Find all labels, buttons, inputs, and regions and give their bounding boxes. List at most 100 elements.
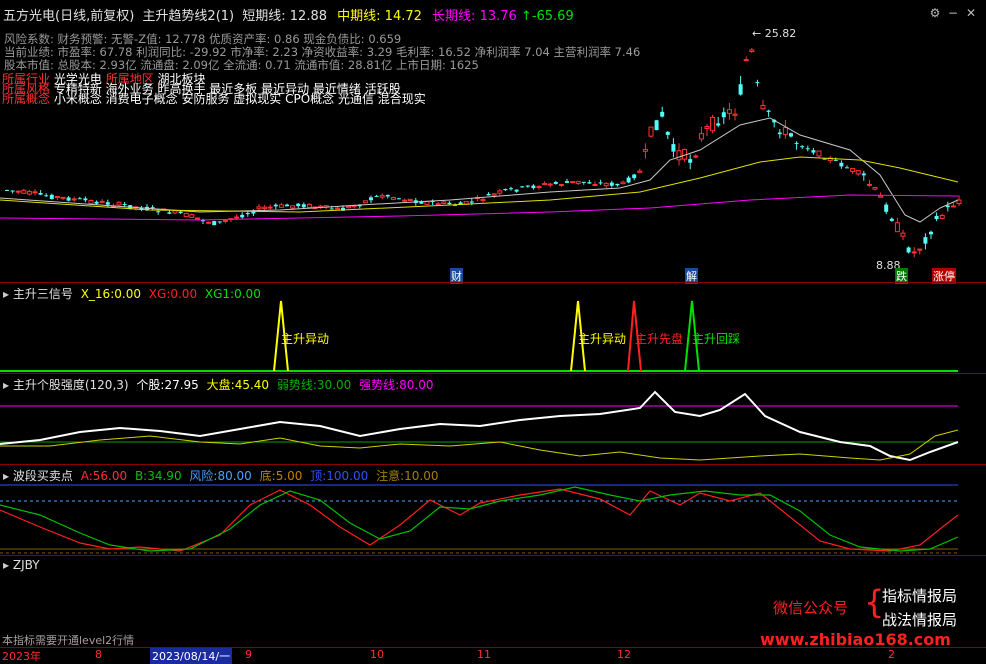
candle-body [116, 201, 122, 206]
level2-notice: 本指标需要开通level2行情 [2, 634, 135, 647]
candle-body [5, 189, 9, 191]
candle-body [497, 190, 503, 194]
candle-body [150, 207, 155, 209]
separator-4 [0, 555, 986, 556]
candle-body [329, 208, 334, 210]
candle-body [183, 212, 189, 218]
candle-body [32, 191, 38, 194]
candle-body [21, 189, 27, 194]
axis-m8: 8 [95, 648, 102, 661]
market-strength-line [0, 429, 959, 461]
candle-body [469, 201, 474, 203]
candle-body [950, 205, 956, 208]
candle-body [732, 113, 738, 116]
candle-body [15, 190, 21, 193]
candle-body [587, 182, 592, 184]
candle-body [480, 198, 486, 201]
candle-body [716, 123, 721, 126]
signal-chart[interactable] [0, 283, 986, 373]
candle-body [637, 170, 643, 173]
candle-body [531, 185, 536, 189]
candle-body [189, 214, 195, 218]
candle-body [789, 133, 793, 137]
candle-body [609, 182, 614, 186]
candle-body [917, 248, 923, 251]
candle-body [245, 213, 250, 215]
candle-body [900, 232, 906, 237]
candle-body [698, 133, 704, 140]
candle-body [267, 206, 273, 209]
candle-body [794, 142, 799, 144]
brand-1: 指标情报局 [882, 587, 958, 605]
date-axis: 2023年 8 2023/08/14/一 9 10 11 12 2 [0, 647, 986, 664]
candle-body [743, 59, 749, 62]
candle-body [553, 182, 558, 184]
candle-body [278, 204, 284, 208]
candle-body [749, 49, 755, 53]
candle-body [704, 125, 710, 129]
candle-body [710, 116, 716, 132]
candle-body [833, 159, 838, 161]
candle-body [71, 198, 77, 201]
wave-a-line [0, 488, 959, 552]
candle-body [60, 196, 66, 199]
candle-body [861, 173, 866, 176]
wave-chart[interactable] [0, 465, 986, 555]
candle-body [800, 146, 805, 148]
wechat-label: 微信公众号 [773, 599, 849, 617]
candle-body [156, 211, 161, 213]
signal-label-1: 主升异动 [281, 332, 330, 346]
candle-body [850, 168, 856, 172]
candle-body [934, 215, 939, 220]
candle-body [598, 182, 603, 184]
candle-body [49, 194, 54, 199]
candle-body [782, 127, 788, 135]
candle-body [88, 200, 94, 205]
candle-body [536, 185, 542, 188]
candle-body [178, 211, 183, 214]
candle-body [256, 206, 262, 210]
candle-body [94, 201, 99, 204]
candle-body [296, 203, 301, 207]
candle-body [760, 104, 766, 110]
candle-body [99, 200, 105, 203]
candle-body [805, 148, 810, 150]
high-price-arrow: ← [752, 27, 762, 40]
candle-body [83, 198, 88, 201]
candle-body [38, 192, 43, 195]
candle-body [766, 110, 771, 112]
candle-body [10, 190, 15, 192]
candlestick-chart[interactable] [0, 0, 986, 282]
stock-strength-line [0, 390, 959, 462]
candle-body [503, 188, 508, 191]
candle-body [911, 251, 917, 254]
candle-body [923, 237, 928, 244]
candle-body [906, 247, 911, 253]
candle-body [575, 180, 581, 184]
candle-body [424, 201, 430, 205]
candle-body [54, 195, 60, 199]
candle-body [402, 199, 408, 202]
strength-chart[interactable] [0, 374, 986, 464]
candle-body [839, 162, 844, 167]
candle-body [558, 184, 564, 187]
candle-body [816, 150, 822, 157]
candle-body [603, 182, 609, 187]
panel5-header: ▸ ZJBY [3, 558, 40, 572]
candle-body [872, 186, 878, 190]
ma-white-line [0, 117, 959, 223]
candle-body [855, 170, 861, 175]
candle-body [66, 197, 71, 201]
panel5-title[interactable]: ZJBY [13, 558, 40, 572]
candle-body [346, 205, 352, 209]
candle-body [172, 210, 178, 214]
candle-body [894, 222, 900, 233]
axis-date[interactable]: 2023/08/14/一 [150, 648, 233, 664]
axis-m10: 10 [370, 648, 384, 661]
candle-body [447, 202, 452, 205]
candle-body [665, 131, 670, 135]
candle-body [194, 217, 200, 220]
candle-body [486, 193, 491, 196]
candle-body [397, 198, 401, 200]
panel5-collapse-icon[interactable]: ▸ [3, 558, 9, 572]
